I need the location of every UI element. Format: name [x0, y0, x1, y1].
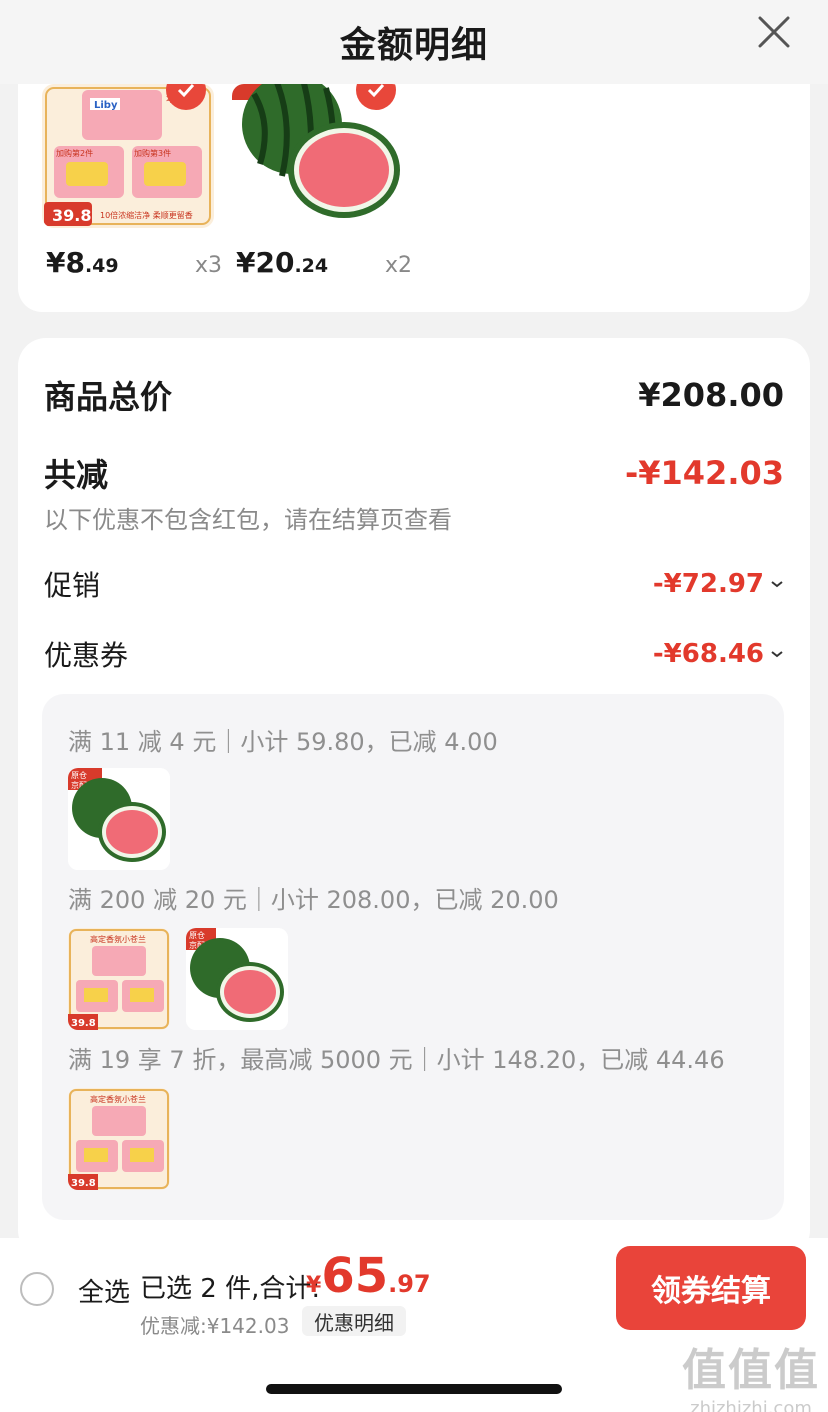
chevron-down-icon: [771, 581, 783, 588]
product-quantity: x3: [194, 253, 222, 278]
price-summary-card: 商品总价 ¥208.00 共减 -¥142.03 以下优惠不包含红包，请在结算页…: [18, 338, 810, 1258]
total-reduce-value: -¥142.03: [624, 454, 784, 492]
liby-price-text: 39.8: [71, 1178, 96, 1189]
total-amount: ¥65.97: [306, 1248, 431, 1304]
liby-logo-text: Liby: [94, 100, 118, 111]
home-indicator: [266, 1384, 562, 1394]
watermark-logo: 值值值: [682, 1345, 820, 1396]
total-price-label: 商品总价: [44, 378, 173, 416]
total-price-row: 商品总价 ¥208.00: [44, 372, 784, 418]
coupon-product-thumb-watermelon: 原仓 京配: [186, 928, 288, 1030]
product-image-watermelon[interactable]: [232, 84, 404, 228]
checkout-bar: 全选 已选 2 件,合计: ¥65.97 优惠减:¥142.03 优惠明细 领券…: [0, 1238, 828, 1412]
checkout-button[interactable]: 领券结算: [616, 1246, 806, 1330]
discount-detail-button[interactable]: 优惠明细: [302, 1306, 406, 1336]
product-price: ¥20.24: [236, 246, 329, 279]
discount-amount-text: 优惠减:¥142.03: [140, 1314, 290, 1338]
product-image-liby[interactable]: Liby 本品 加购第2件 加购第3件 39.8 10倍浓缩洁净 柔顺更留香: [42, 84, 214, 228]
watermark-url: zhizhizhi.com: [690, 1398, 812, 1412]
watermark: 值值值 zhizhizhi.com: [682, 1334, 820, 1412]
total-reduce-row: 共减 -¥142.03: [44, 450, 784, 496]
select-all-label[interactable]: 全选: [78, 1272, 130, 1309]
coupon-label: 优惠券: [44, 639, 129, 672]
coupon-value[interactable]: -¥68.46: [653, 639, 784, 669]
coupon-product-thumb-liby: 高定香氛小苍兰 39.8: [68, 928, 170, 1030]
coupon-product-thumb-liby: 高定香氛小苍兰 39.8: [68, 1088, 170, 1190]
fresh-badge-text: 原仓: [189, 930, 205, 940]
header: 金额明细: [0, 0, 828, 84]
chevron-down-icon: [771, 651, 783, 658]
total-reduce-label: 共减: [44, 456, 109, 494]
coupon-product-thumb-watermelon: 原仓 京配: [68, 768, 170, 870]
promotion-row[interactable]: 促销 -¥72.97: [44, 564, 784, 604]
selected-count-text: 已选 2 件,合计:: [140, 1274, 321, 1304]
liby-title-text: 高定香氛小苍兰: [90, 1094, 146, 1104]
liby-title-text: 高定香氛小苍兰: [90, 934, 146, 944]
product-item[interactable]: ¥20.24 x2: [232, 84, 412, 279]
tagline-text: 10倍浓缩洁净 柔顺更留香: [100, 210, 193, 220]
fresh-badge-text: 原仓: [71, 770, 87, 780]
select-all-radio[interactable]: [20, 1272, 54, 1306]
product-price: ¥8.49: [46, 246, 119, 279]
promotion-value[interactable]: -¥72.97: [653, 569, 784, 599]
discount-note: 以下优惠不包含红包，请在结算页查看: [44, 506, 452, 534]
liby-price-text: 39.8: [71, 1018, 96, 1029]
product-price-row: ¥8.49 x3: [46, 246, 222, 279]
product-item[interactable]: Liby 本品 加购第2件 加购第3件 39.8 10倍浓缩洁净 柔顺更留香 ¥…: [42, 84, 222, 279]
total-price-value: ¥208.00: [638, 376, 784, 414]
promo-text-1: 加购第2件: [56, 148, 93, 158]
coupon-detail-box: 满 11 减 4 元｜小计 59.80，已减 4.00 原仓 京配 满 200 …: [42, 694, 784, 1220]
price-badge: 39.8: [52, 206, 91, 225]
coupon-rule-line: 满 19 享 7 折，最高减 5000 元｜小计 148.20，已减 44.46: [68, 1046, 725, 1074]
product-price-row: ¥20.24 x2: [236, 246, 412, 279]
close-icon[interactable]: [754, 12, 794, 52]
promo-text-2: 加购第3件: [134, 148, 171, 158]
coupon-rule-line: 满 11 减 4 元｜小计 59.80，已减 4.00: [68, 728, 498, 756]
coupon-rule-line: 满 200 减 20 元｜小计 208.00，已减 20.00: [68, 886, 559, 914]
page-title: 金额明细: [339, 25, 488, 66]
coupon-row[interactable]: 优惠券 -¥68.46: [44, 634, 784, 674]
promotion-label: 促销: [44, 569, 101, 602]
product-quantity: x2: [384, 253, 412, 278]
